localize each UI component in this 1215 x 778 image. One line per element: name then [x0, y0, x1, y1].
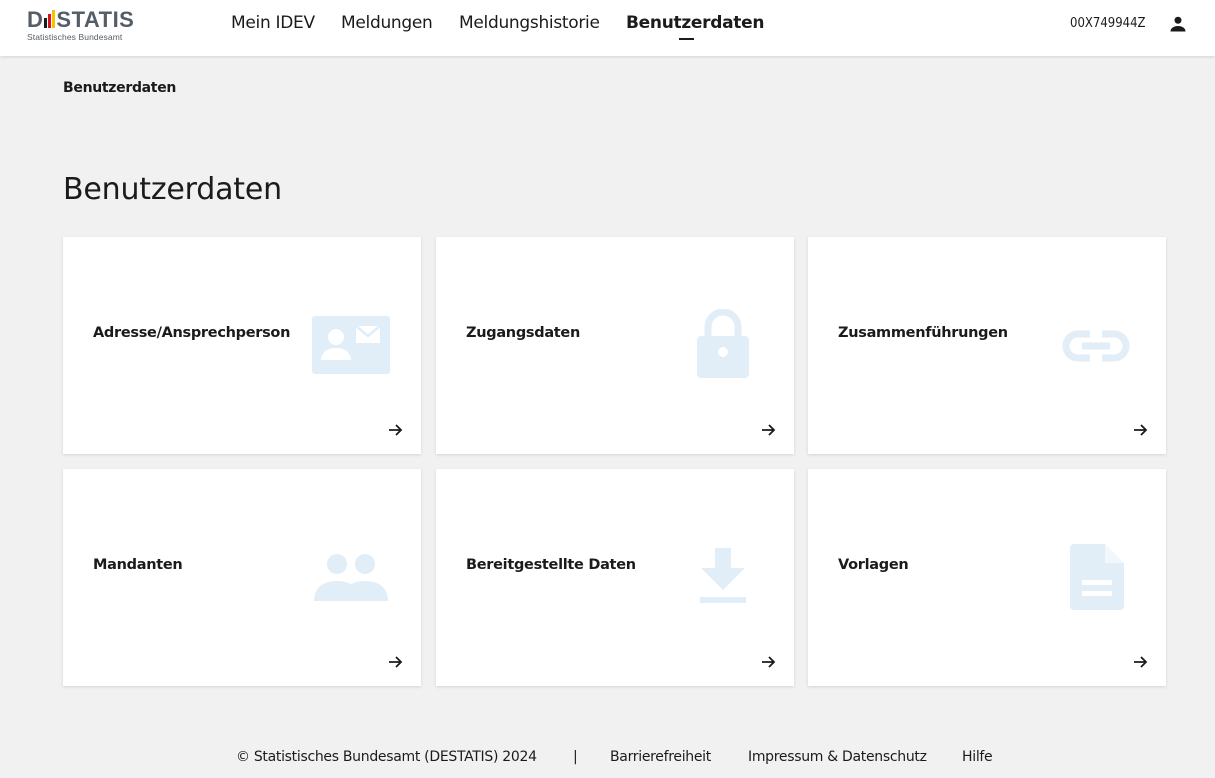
card-zusammenfuehrungen[interactable]: Zusammenführungen [808, 237, 1166, 454]
footer-link-hilfe[interactable]: Hilfe [962, 749, 993, 765]
nav-item-benutzerdaten[interactable]: Benutzerdaten [626, 13, 764, 33]
logo-subtitle: Statistisches Bundesamt [27, 32, 123, 42]
nav-item-meldungen[interactable]: Meldungen [341, 13, 433, 33]
card-title: Mandanten [93, 557, 183, 573]
contact-card-icon [312, 316, 390, 374]
arrow-right-icon [1134, 424, 1148, 436]
card-title: Zugangsdaten [466, 325, 580, 341]
logo-letter-d: D [27, 7, 44, 32]
logo-word-statis: STATIS [56, 7, 135, 32]
user-id[interactable]: 00X749944Z [1070, 16, 1146, 31]
top-navigation-bar: D STATIS Statistisches Bundesamt Mein ID… [0, 0, 1215, 56]
person-icon[interactable] [1168, 14, 1188, 34]
card-zugangsdaten[interactable]: Zugangsdaten [436, 237, 794, 454]
footer-separator: | [573, 749, 578, 765]
card-title: Adresse/Ansprechperson [93, 325, 291, 341]
arrow-right-icon [389, 424, 403, 436]
arrow-right-icon [762, 656, 776, 668]
nav-item-mein-idev[interactable]: Mein IDEV [231, 13, 315, 33]
card-vorlagen[interactable]: Vorlagen [808, 469, 1166, 686]
active-nav-indicator [679, 38, 694, 40]
breadcrumb: Benutzerdaten [63, 80, 177, 96]
download-icon [700, 548, 746, 603]
document-icon [1070, 544, 1124, 610]
card-title: Vorlagen [838, 557, 909, 573]
footer-link-impressum-datenschutz[interactable]: Impressum & Datenschutz [748, 749, 927, 765]
card-adresse-ansprechperson[interactable]: Adresse/Ansprechperson [63, 237, 421, 454]
link-icon [1062, 330, 1130, 362]
destatis-logo[interactable]: D STATIS Statistisches Bundesamt [27, 5, 147, 45]
footer-link-barrierefreiheit[interactable]: Barrierefreiheit [610, 749, 711, 765]
lock-icon [697, 309, 749, 378]
card-mandanten[interactable]: Mandanten [63, 469, 421, 686]
card-title: Bereitgestellte Daten [466, 557, 636, 573]
arrow-right-icon [762, 424, 776, 436]
logo-flag-bars [44, 10, 56, 28]
footer-copyright: © Statistisches Bundesamt (DESTATIS) 202… [236, 749, 537, 765]
people-icon [314, 554, 388, 601]
footer: © Statistisches Bundesamt (DESTATIS) 202… [0, 749, 1215, 771]
arrow-right-icon [1134, 656, 1148, 668]
card-bereitgestellte-daten[interactable]: Bereitgestellte Daten [436, 469, 794, 686]
nav-item-meldungshistorie[interactable]: Meldungshistorie [459, 13, 600, 33]
arrow-right-icon [389, 656, 403, 668]
card-title: Zusammenführungen [838, 325, 1008, 341]
page-title: Benutzerdaten [63, 172, 282, 207]
